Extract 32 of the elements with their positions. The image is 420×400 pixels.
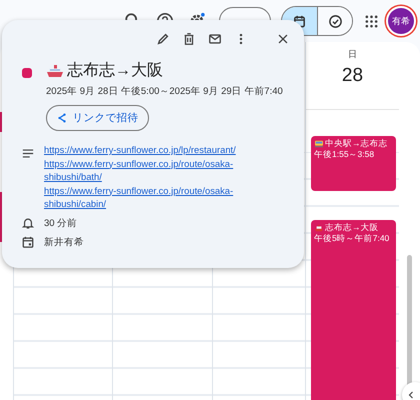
tasks-view-button[interactable] bbox=[317, 7, 352, 35]
edit-icon[interactable] bbox=[156, 32, 170, 46]
mail-icon[interactable] bbox=[208, 32, 222, 46]
event-time: 午後5時～午前7:40 bbox=[314, 233, 390, 245]
date-number[interactable]: 28 bbox=[342, 65, 364, 87]
delete-icon[interactable] bbox=[182, 32, 196, 46]
share-icon bbox=[56, 113, 66, 123]
check-circle-icon bbox=[328, 14, 342, 28]
event-title: 志布志→大阪 bbox=[325, 222, 378, 234]
calendar-icon bbox=[22, 236, 34, 248]
train-icon bbox=[314, 140, 324, 148]
apps-grid-icon[interactable] bbox=[365, 14, 378, 28]
link[interactable]: https://www.ferry-sunflower.co.jp/route/osaka-shibushi/cabin/ bbox=[44, 184, 266, 210]
reminder-text: 30 分前 bbox=[44, 216, 78, 230]
description-icon bbox=[22, 149, 34, 158]
ship-icon bbox=[314, 224, 324, 232]
event-title: 志布志→大阪 bbox=[67, 60, 163, 81]
ship-icon bbox=[46, 64, 64, 78]
bell-icon bbox=[22, 217, 34, 229]
account-avatar[interactable]: 有希 bbox=[388, 8, 414, 34]
invite-link-button[interactable]: リンクで招待 bbox=[46, 105, 149, 131]
link[interactable]: https://www.ferry-sunflower.co.jp/lp/restaurant/ bbox=[44, 143, 266, 156]
event-title: 中央駅→志布志 bbox=[325, 138, 388, 150]
calendar-event[interactable]: 中央駅→志布志 午後1:55～3:58 bbox=[311, 136, 396, 191]
event-time: 午後1:55～3:58 bbox=[314, 149, 376, 161]
chevron-left-icon bbox=[408, 391, 414, 399]
calendar-owner: 新井有希 bbox=[44, 236, 84, 248]
calendar-event[interactable]: 志布志→大阪 午後5時～午前7:40 bbox=[311, 220, 396, 400]
event-datetime: 2025年 9月 28日 午後5:00～2025年 9月 29日 午前7:40 bbox=[46, 85, 283, 98]
close-icon[interactable] bbox=[276, 32, 290, 46]
scrollbar[interactable] bbox=[407, 255, 412, 387]
weekday-label: 日 bbox=[348, 48, 357, 61]
